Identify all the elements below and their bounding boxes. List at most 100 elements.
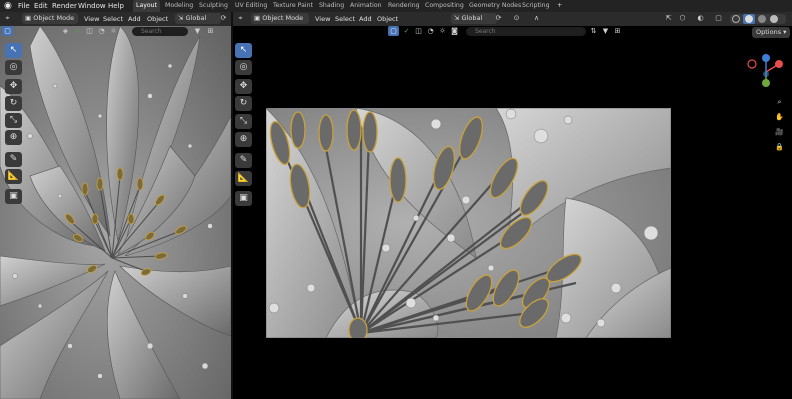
tab-texture-paint[interactable]: Texture Paint	[270, 0, 316, 12]
falloff-icon[interactable]: ∧	[531, 13, 542, 24]
cursor-tool[interactable]: ◎	[5, 60, 22, 75]
menu-help[interactable]: Help	[108, 0, 124, 12]
move-tool[interactable]: ✥	[235, 79, 252, 94]
editor-type-icon[interactable]: ⌖	[235, 13, 246, 24]
camera-object-icon[interactable]: ◙	[449, 26, 460, 37]
mesh-icon[interactable]: ◫	[413, 26, 424, 37]
x-axis-handle	[775, 60, 783, 68]
add-workspace-button[interactable]: +	[554, 0, 565, 12]
left-menu-view[interactable]: View	[84, 12, 99, 26]
select-box-tool[interactable]: ↖	[235, 43, 252, 58]
blender-logo-icon[interactable]: ◉	[4, 1, 14, 11]
left-search-placeholder: Search	[141, 28, 162, 35]
filter-funnel-icon[interactable]: ▼	[600, 26, 611, 37]
top-bar: ◉ File Edit Render Window Help Layout Mo…	[0, 0, 792, 12]
tab-animation[interactable]: Animation	[347, 0, 385, 12]
right-orientation-dropdown[interactable]: ⇲ Global	[451, 13, 497, 24]
z-axis-handle	[762, 54, 770, 62]
right-menu-add[interactable]: Add	[359, 12, 372, 26]
left-3d-viewport[interactable]: ↖ ◎ ✥ ↻ ⤡ ⊕ ✎ 📐 ▣	[0, 26, 231, 399]
sort-icon[interactable]: ⇅	[588, 26, 599, 37]
navigation-gizmo[interactable]	[746, 52, 786, 92]
light-icon[interactable]: ☼	[437, 26, 448, 37]
solid-shading-button[interactable]	[743, 14, 755, 24]
menu-render[interactable]: Render	[52, 0, 77, 12]
right-search-input[interactable]: Search	[466, 27, 586, 36]
measure-tool[interactable]: 📐	[5, 169, 22, 184]
left-orientation-label: Global	[185, 14, 207, 22]
tab-rendering[interactable]: Rendering	[385, 0, 423, 12]
tab-sculpting[interactable]: Sculpting	[196, 0, 231, 12]
editor-type-icon[interactable]: ⌖	[2, 13, 13, 24]
menu-file[interactable]: File	[18, 0, 30, 12]
left-menu-object[interactable]: Object	[147, 12, 168, 26]
right-viewport-subheader: ▢ ✓ ◫ ◔ ☼ ◙ Search ⇅ ▼ ⊞	[233, 26, 792, 37]
tab-layout[interactable]: Layout	[133, 0, 161, 12]
tab-compositing[interactable]: Compositing	[422, 0, 467, 12]
move-tool[interactable]: ✥	[5, 79, 22, 94]
tab-scripting[interactable]: Scripting	[519, 0, 553, 12]
snap-icon[interactable]: ⟳	[493, 13, 504, 24]
proportional-edit-icon[interactable]: ⊙	[511, 13, 522, 24]
zoom-icon[interactable]: ⌕	[774, 97, 785, 108]
select-mode-icon[interactable]: ▢	[388, 26, 399, 36]
lock-icon[interactable]: 🔒	[774, 142, 785, 153]
filter-icon[interactable]: ✓	[401, 26, 412, 37]
left-menu-add[interactable]: Add	[128, 12, 141, 26]
right-menu-select[interactable]: Select	[335, 12, 355, 26]
gizmo-toggle-icon[interactable]: ⬡	[677, 13, 688, 24]
right-menu-view[interactable]: View	[315, 12, 330, 26]
annotate-tool[interactable]: ✎	[5, 152, 22, 167]
visibility-icon[interactable]: ◈	[60, 26, 71, 37]
cursor-tool[interactable]: ◎	[235, 60, 252, 75]
overlays-icon[interactable]: ◐	[695, 13, 706, 24]
left-search-input[interactable]: Search	[132, 27, 188, 36]
material-preview-icon[interactable]	[758, 15, 766, 23]
wireframe-shading-icon[interactable]	[732, 15, 740, 23]
light-icon[interactable]: ☼	[108, 26, 119, 37]
menu-edit[interactable]: Edit	[34, 0, 48, 12]
tab-uv-editing[interactable]: UV Editing	[232, 0, 270, 12]
filter-funnel-icon[interactable]: ▼	[192, 26, 203, 37]
rotate-tool[interactable]: ↻	[235, 96, 252, 111]
camera-icon[interactable]: 🎥	[774, 127, 785, 138]
material-icon[interactable]: ◔	[425, 26, 436, 37]
left-mode-label: Object Mode	[33, 14, 75, 22]
tab-modeling[interactable]: Modeling	[162, 0, 196, 12]
right-mode-dropdown[interactable]: ▣ Object Mode	[251, 13, 309, 24]
tab-shading[interactable]: Shading	[316, 0, 347, 12]
transform-tool[interactable]: ⊕	[5, 130, 22, 145]
rendered-shading-icon[interactable]	[770, 15, 778, 23]
selectability-icon[interactable]: ⇱	[663, 13, 674, 24]
material-icon[interactable]: ◔	[96, 26, 107, 37]
rotate-tool[interactable]: ↻	[5, 96, 22, 111]
menu-window[interactable]: Window	[78, 0, 106, 12]
filter-icon[interactable]: ✓	[72, 26, 83, 37]
scale-tool[interactable]: ⤡	[235, 114, 252, 129]
flower-render-left	[0, 26, 231, 399]
right-3d-viewport[interactable]: ↖ ◎ ✥ ↻ ⤡ ⊕ ✎ 📐 ▣ Options ▾ ⌕ ✋ 🎥 🔒	[233, 26, 792, 399]
left-orientation-dropdown[interactable]: ⇲ Global	[175, 13, 221, 24]
new-collection-icon[interactable]: ⊞	[205, 26, 216, 37]
select-box-tool[interactable]: ↖	[5, 43, 22, 58]
annotate-tool[interactable]: ✎	[235, 153, 252, 168]
scale-tool[interactable]: ⤡	[5, 113, 22, 128]
select-mode-icon[interactable]: ▢	[2, 26, 13, 36]
object-mode-icon: ▣	[25, 14, 34, 22]
solid-shading-icon	[745, 15, 753, 23]
add-cube-tool[interactable]: ▣	[235, 191, 252, 206]
tab-geometry-nodes[interactable]: Geometry Nodes	[466, 0, 524, 12]
measure-tool[interactable]: 📐	[235, 171, 252, 186]
pan-hand-icon[interactable]: ✋	[774, 112, 785, 123]
left-viewport-header: ⌖ ▣ Object Mode View Select Add Object ⇲…	[0, 12, 231, 26]
shading-mode-group	[730, 14, 786, 24]
left-mode-dropdown[interactable]: ▣ Object Mode	[22, 13, 78, 24]
snap-icon[interactable]: ⟳	[218, 13, 229, 24]
mesh-icon[interactable]: ◫	[84, 26, 95, 37]
add-cube-tool[interactable]: ▣	[5, 189, 22, 204]
transform-tool[interactable]: ⊕	[235, 132, 252, 147]
xray-icon[interactable]: ▢	[713, 13, 724, 24]
new-collection-icon[interactable]: ⊞	[612, 26, 623, 37]
right-menu-object[interactable]: Object	[377, 12, 398, 26]
left-menu-select[interactable]: Select	[103, 12, 123, 26]
